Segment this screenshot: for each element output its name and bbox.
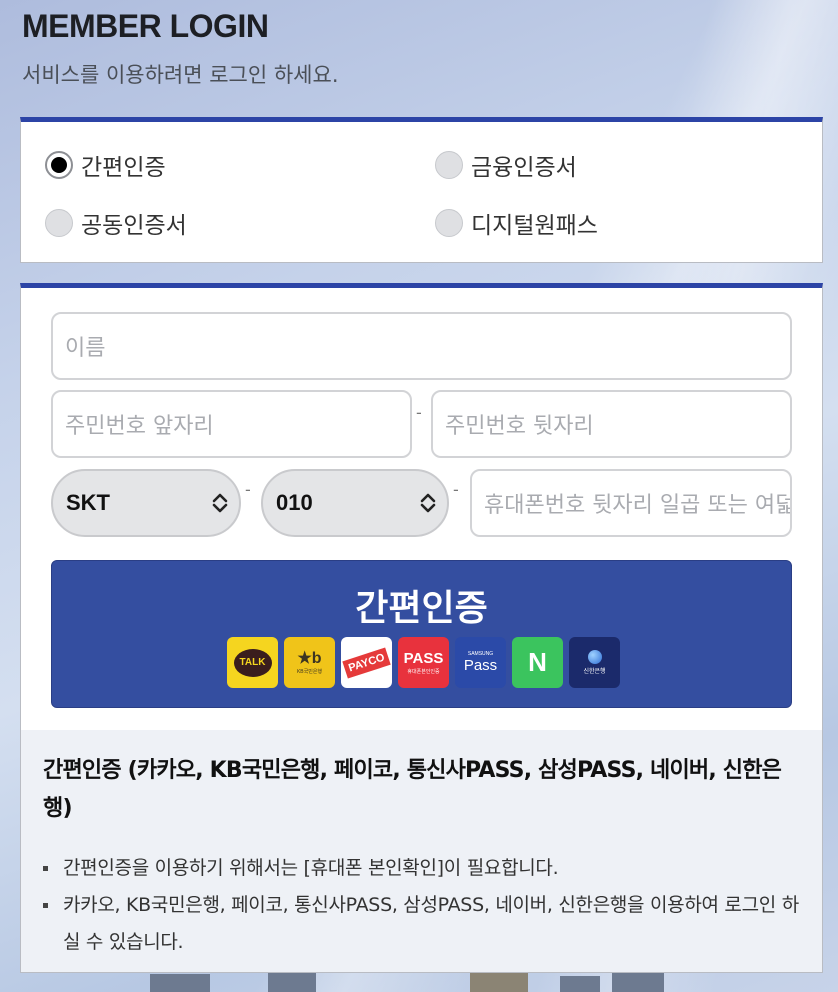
updown-chevron-icon bbox=[212, 493, 228, 513]
naver-icon: N bbox=[512, 637, 563, 688]
simple-auth-button-label: 간편인증 bbox=[355, 588, 488, 629]
radio-unchecked-icon[interactable] bbox=[45, 209, 73, 237]
radio-option-joint-cert[interactable]: 공동인증서 bbox=[45, 206, 187, 240]
pass-sublabel: 휴대폰본인인증 bbox=[407, 669, 440, 675]
auth-info-title: 간편인증 (카카오, KB국민은행, 페이코, 통신사PASS, 삼성PASS,… bbox=[43, 758, 782, 821]
pass-label: PASS bbox=[403, 650, 444, 667]
phone-dash-1: - bbox=[245, 480, 251, 499]
name-input[interactable]: 이름 bbox=[51, 312, 792, 380]
rrn-front-input[interactable]: 주민번호 앞자리 bbox=[51, 390, 412, 458]
page-subtitle: 서비스를 이용하려면 로그인 하세요. bbox=[22, 63, 339, 87]
login-form: 이름 주민번호 앞자리 - 주민번호 뒷자리 SKT - 010 - 휴대폰번호… bbox=[20, 283, 823, 973]
samsung-pass-label: Pass bbox=[463, 656, 498, 674]
samsung-pass-icon: SAMSUNG Pass bbox=[455, 637, 506, 688]
shinhan-bank-label: 신한은행 bbox=[583, 669, 606, 675]
kakao-talk-label: TALK bbox=[233, 648, 272, 677]
phone-prefix-value: 010 bbox=[276, 490, 313, 515]
auth-info-section: 간편인증 (카카오, KB국민은행, 페이코, 통신사PASS, 삼성PASS,… bbox=[21, 730, 822, 972]
payco-label: PAYCO bbox=[342, 646, 391, 679]
radio-checked-icon[interactable] bbox=[45, 151, 73, 179]
radio-option-simple-auth[interactable]: 간편인증 bbox=[45, 148, 166, 182]
radio-unchecked-icon[interactable] bbox=[435, 209, 463, 237]
kb-bank-label: KB국민은행 bbox=[296, 669, 323, 675]
phone-prefix-select[interactable]: 010 bbox=[261, 469, 449, 537]
updown-chevron-icon bbox=[420, 493, 436, 513]
payco-icon: PAYCO bbox=[341, 637, 392, 688]
radio-label: 금융인증서 bbox=[471, 155, 577, 181]
shinhan-bank-icon: 신한은행 bbox=[569, 637, 620, 688]
provider-logos: TALK ★b KB국민은행 PAYCO PASS 휴대폰본인인증 SAMSUN… bbox=[227, 637, 620, 688]
page-header: MEMBER LOGIN 서비스를 이용하려면 로그인 하세요. bbox=[22, 8, 339, 89]
rrn-back-input[interactable]: 주민번호 뒷자리 bbox=[431, 390, 792, 458]
rrn-back-placeholder: 주민번호 뒷자리 bbox=[445, 414, 594, 439]
phone-number-input[interactable]: 휴대폰번호 뒷자리 일곱 또는 여덟자리 bbox=[470, 469, 792, 537]
carrier-select[interactable]: SKT bbox=[51, 469, 241, 537]
radio-label: 간편인증 bbox=[81, 155, 166, 181]
list-item: 간편인증을 이용하기 위해서는 [휴대폰 본인확인]이 필요합니다. bbox=[43, 850, 800, 887]
rrn-front-placeholder: 주민번호 앞자리 bbox=[65, 414, 214, 439]
kakao-talk-icon: TALK bbox=[227, 637, 278, 688]
radio-option-digital-onepass[interactable]: 디지털원패스 bbox=[435, 206, 598, 240]
phone-number-placeholder: 휴대폰번호 뒷자리 일곱 또는 여덟자리 bbox=[484, 493, 792, 518]
radio-unchecked-icon[interactable] bbox=[435, 151, 463, 179]
list-item: 카카오, KB국민은행, 페이코, 통신사PASS, 삼성PASS, 네이버, … bbox=[43, 887, 800, 961]
simple-auth-button[interactable]: 간편인증 TALK ★b KB국민은행 PAYCO PASS 휴대폰본인인증 S… bbox=[51, 560, 792, 708]
kb-bank-icon: ★b KB국민은행 bbox=[284, 637, 335, 688]
name-input-placeholder: 이름 bbox=[65, 336, 106, 361]
auth-method-selector: 간편인증 금융인증서 공동인증서 디지털원패스 bbox=[20, 117, 823, 263]
naver-label: N bbox=[528, 647, 547, 677]
radio-option-financial-cert[interactable]: 금융인증서 bbox=[435, 148, 577, 182]
auth-info-list: 간편인증을 이용하기 위해서는 [휴대폰 본인확인]이 필요합니다. 카카오, … bbox=[43, 850, 800, 961]
rrn-dash: - bbox=[416, 403, 422, 422]
radio-label: 공동인증서 bbox=[81, 213, 187, 239]
radio-label: 디지털원패스 bbox=[471, 213, 598, 239]
page-title: MEMBER LOGIN bbox=[22, 8, 269, 44]
pass-icon: PASS 휴대폰본인인증 bbox=[398, 637, 449, 688]
phone-dash-2: - bbox=[453, 480, 459, 499]
carrier-select-value: SKT bbox=[66, 490, 110, 515]
